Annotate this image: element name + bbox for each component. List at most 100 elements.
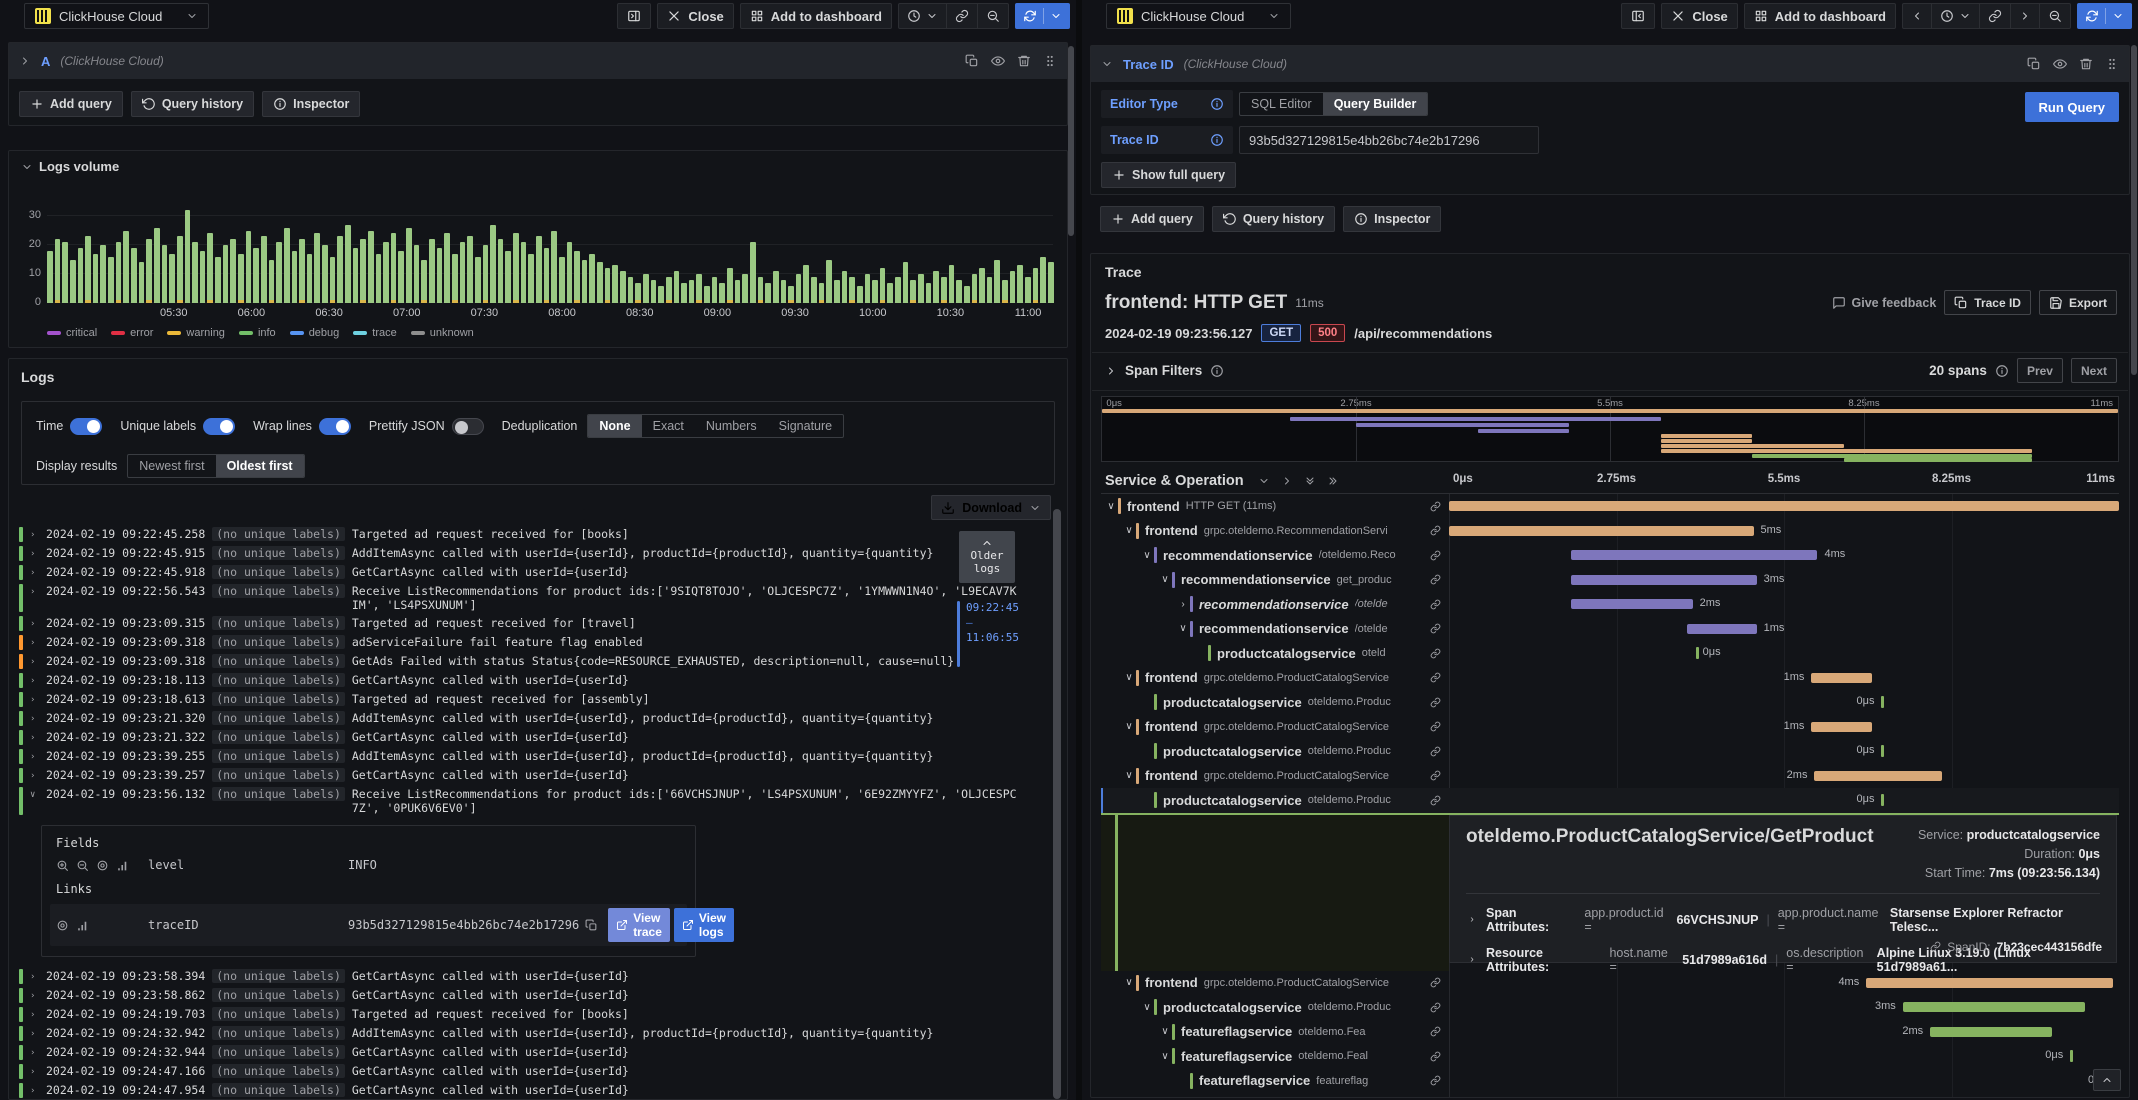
legend-item-critical[interactable]: critical (47, 327, 97, 339)
query-history-button-right[interactable]: Query history (1211, 206, 1336, 232)
span-attributes-row[interactable]: › Span Attributes: app.product.id = 66VCHSJ… (1466, 906, 2100, 934)
expand-log-icon[interactable]: › (30, 768, 39, 783)
logs-volume-chart[interactable]: 30 20 10 0 (29, 203, 1054, 308)
trace-minimap[interactable]: 0μs2.75ms5.5ms8.25ms11ms (1101, 396, 2119, 462)
show-full-query-button[interactable]: Show full query (1101, 162, 1237, 188)
inspector-button-right[interactable]: Inspector (1343, 206, 1442, 232)
export-button[interactable]: Export (2038, 290, 2117, 315)
next-span-button[interactable]: Next (2070, 358, 2117, 383)
log-row[interactable]: › 2024-02-19 09:22:56.543 (no unique label… (19, 582, 1021, 614)
add-query-button-left[interactable]: Add query (19, 91, 123, 117)
query-row-header[interactable]: A (ClickHouse Cloud) (9, 43, 1067, 79)
filter-for-value-icon[interactable] (56, 859, 69, 872)
span-timeline-cell[interactable]: 1ms (1449, 715, 2119, 740)
legend-item-debug[interactable]: debug (289, 327, 339, 339)
legend-item-info[interactable]: info (238, 327, 276, 339)
expand-one-icon[interactable] (1281, 475, 1293, 487)
span-timeline-cell[interactable]: 5ms (1449, 519, 2119, 544)
refresh-button-left[interactable] (1015, 3, 1070, 29)
log-row[interactable]: › 2024-02-19 09:23:09.315 (no unique label… (19, 614, 1021, 633)
stats-icon[interactable] (116, 859, 129, 872)
expand-log-icon[interactable]: › (30, 988, 39, 1003)
span-tree-cell[interactable]: ∨ frontend HTTP GET (11ms) (1101, 494, 1449, 519)
span-row[interactable]: ∨ frontend grpc.oteldemo.ProductCatalogSer… (1101, 666, 2119, 691)
span-duration-bar[interactable] (1686, 623, 1757, 634)
span-tree-cell[interactable]: ∨ featureflagservice oteldemo.Feal (1101, 1044, 1449, 1069)
span-duration-bar[interactable] (1570, 550, 1818, 560)
expand-log-icon[interactable]: › (30, 1064, 39, 1079)
span-toggle-icon[interactable]: ∨ (1159, 1026, 1171, 1037)
expand-attributes-icon[interactable]: › (1466, 954, 1478, 965)
span-duration-bar[interactable] (1811, 721, 1873, 732)
span-row[interactable]: ∨ recommendationservice get_produc 3ms (1101, 568, 2119, 593)
span-tree-cell[interactable]: productcatalogservice oteldemo.Produc (1101, 690, 1449, 715)
log-row[interactable]: › 2024-02-19 09:23:21.322 (no unique label… (19, 728, 1021, 747)
span-timeline-cell[interactable]: 1ms (1449, 617, 2119, 642)
span-timeline-cell[interactable]: 2ms (1449, 764, 2119, 789)
span-link-icon[interactable] (1430, 795, 1441, 806)
span-toggle-icon[interactable]: › (1177, 599, 1189, 610)
span-link-icon[interactable] (1430, 721, 1441, 732)
span-duration-bar[interactable] (1811, 672, 1873, 683)
right-pane-scrollbar[interactable] (2131, 45, 2137, 375)
span-tree-cell[interactable]: › recommendationservice/otelde (1101, 592, 1449, 617)
expand-attributes-icon[interactable]: › (1466, 914, 1478, 925)
log-row[interactable]: › 2024-02-19 09:24:19.703 (no unique label… (19, 1005, 1021, 1024)
span-duration-bar[interactable] (1449, 501, 2119, 511)
log-row[interactable]: ∨ 2024-02-19 09:23:56.132 (no unique label… (19, 785, 1021, 817)
add-to-dashboard-button-right[interactable]: Add to dashboard (1743, 3, 1896, 29)
span-row[interactable]: ∨ frontend grpc.oteldemo.RecommendationSer… (1101, 519, 2119, 544)
close-split-button-left[interactable]: Close (657, 3, 734, 29)
remove-query-icon[interactable] (1017, 54, 1031, 68)
zoom-out-button[interactable] (978, 4, 1008, 28)
span-tree-cell[interactable]: ∨ featureflagservice oteldemo.Fea (1101, 1020, 1449, 1045)
span-link-icon[interactable] (1430, 623, 1441, 634)
span-duration-bar[interactable] (1570, 599, 1693, 609)
share-link-button[interactable] (1980, 4, 2011, 28)
span-link-icon[interactable] (1430, 599, 1441, 610)
span-link-icon[interactable] (1430, 1026, 1441, 1037)
span-timeline-cell[interactable]: 0μs (1449, 1069, 2119, 1094)
span-filters-label[interactable]: Span Filters (1125, 363, 1202, 378)
span-link-icon[interactable] (1430, 525, 1441, 536)
order-option-oldest-first[interactable]: Oldest first (215, 455, 304, 477)
span-duration-tick[interactable] (1695, 647, 1699, 659)
older-logs-button[interactable]: Older logs (959, 531, 1015, 583)
give-feedback-button[interactable]: Give feedback (1832, 296, 1936, 310)
log-row[interactable]: › 2024-02-19 09:22:45.918 (no unique label… (19, 563, 1021, 582)
toggle-visibility-icon[interactable] (96, 859, 109, 872)
view-trace-button[interactable]: View trace (608, 908, 670, 942)
span-row[interactable]: productcatalogservice oteldemo.Produc 0μs (1101, 690, 2119, 715)
filter-out-value-icon[interactable] (76, 859, 89, 872)
disable-query-icon[interactable] (991, 54, 1005, 68)
span-toggle-icon[interactable]: ∨ (1159, 574, 1171, 585)
expand-log-icon[interactable]: › (30, 1026, 39, 1041)
log-row[interactable]: › 2024-02-19 09:23:18.113 (no unique label… (19, 671, 1021, 690)
log-row[interactable]: › 2024-02-19 09:24:47.954 (no unique label… (19, 1081, 1021, 1099)
span-row[interactable]: productcatalogservice oteld 0μs (1101, 641, 2119, 666)
log-row[interactable]: › 2024-02-19 09:23:21.320 (no unique label… (19, 709, 1021, 728)
span-timeline-cell[interactable]: 4ms (1449, 543, 2119, 568)
expand-log-icon[interactable]: › (30, 565, 39, 580)
inspector-button-left[interactable]: Inspector (262, 91, 361, 117)
log-row[interactable]: › 2024-02-19 09:23:09.318 (no unique label… (19, 652, 1021, 671)
expand-log-icon[interactable]: › (30, 1045, 39, 1060)
span-link-icon[interactable] (1430, 574, 1441, 585)
remove-query-icon[interactable] (2079, 57, 2093, 71)
query-history-button-left[interactable]: Query history (130, 91, 255, 117)
time-toggle[interactable] (70, 417, 103, 435)
refresh-button-right[interactable] (2077, 3, 2132, 29)
span-tree-cell[interactable]: ∨ recommendationservice/oteldemo.Reco (1101, 543, 1449, 568)
prev-span-button[interactable]: Prev (2016, 358, 2063, 383)
dedup-option-signature[interactable]: Signature (768, 415, 844, 437)
span-duration-bar[interactable] (1930, 1026, 2052, 1037)
expand-all-icon[interactable] (1327, 475, 1339, 487)
expand-log-icon[interactable]: › (30, 527, 39, 542)
span-duration-bar[interactable] (1902, 1002, 2086, 1012)
span-toggle-icon[interactable]: ∨ (1123, 977, 1135, 988)
collapse-one-icon[interactable] (1258, 475, 1270, 487)
log-row[interactable]: › 2024-02-19 09:23:58.862 (no unique label… (19, 986, 1021, 1005)
logs-scrollbar[interactable] (1053, 509, 1061, 1099)
span-tree-cell[interactable]: productcatalogservice oteldemo.Produc (1101, 788, 1449, 813)
span-toggle-icon[interactable]: ∨ (1123, 721, 1135, 732)
